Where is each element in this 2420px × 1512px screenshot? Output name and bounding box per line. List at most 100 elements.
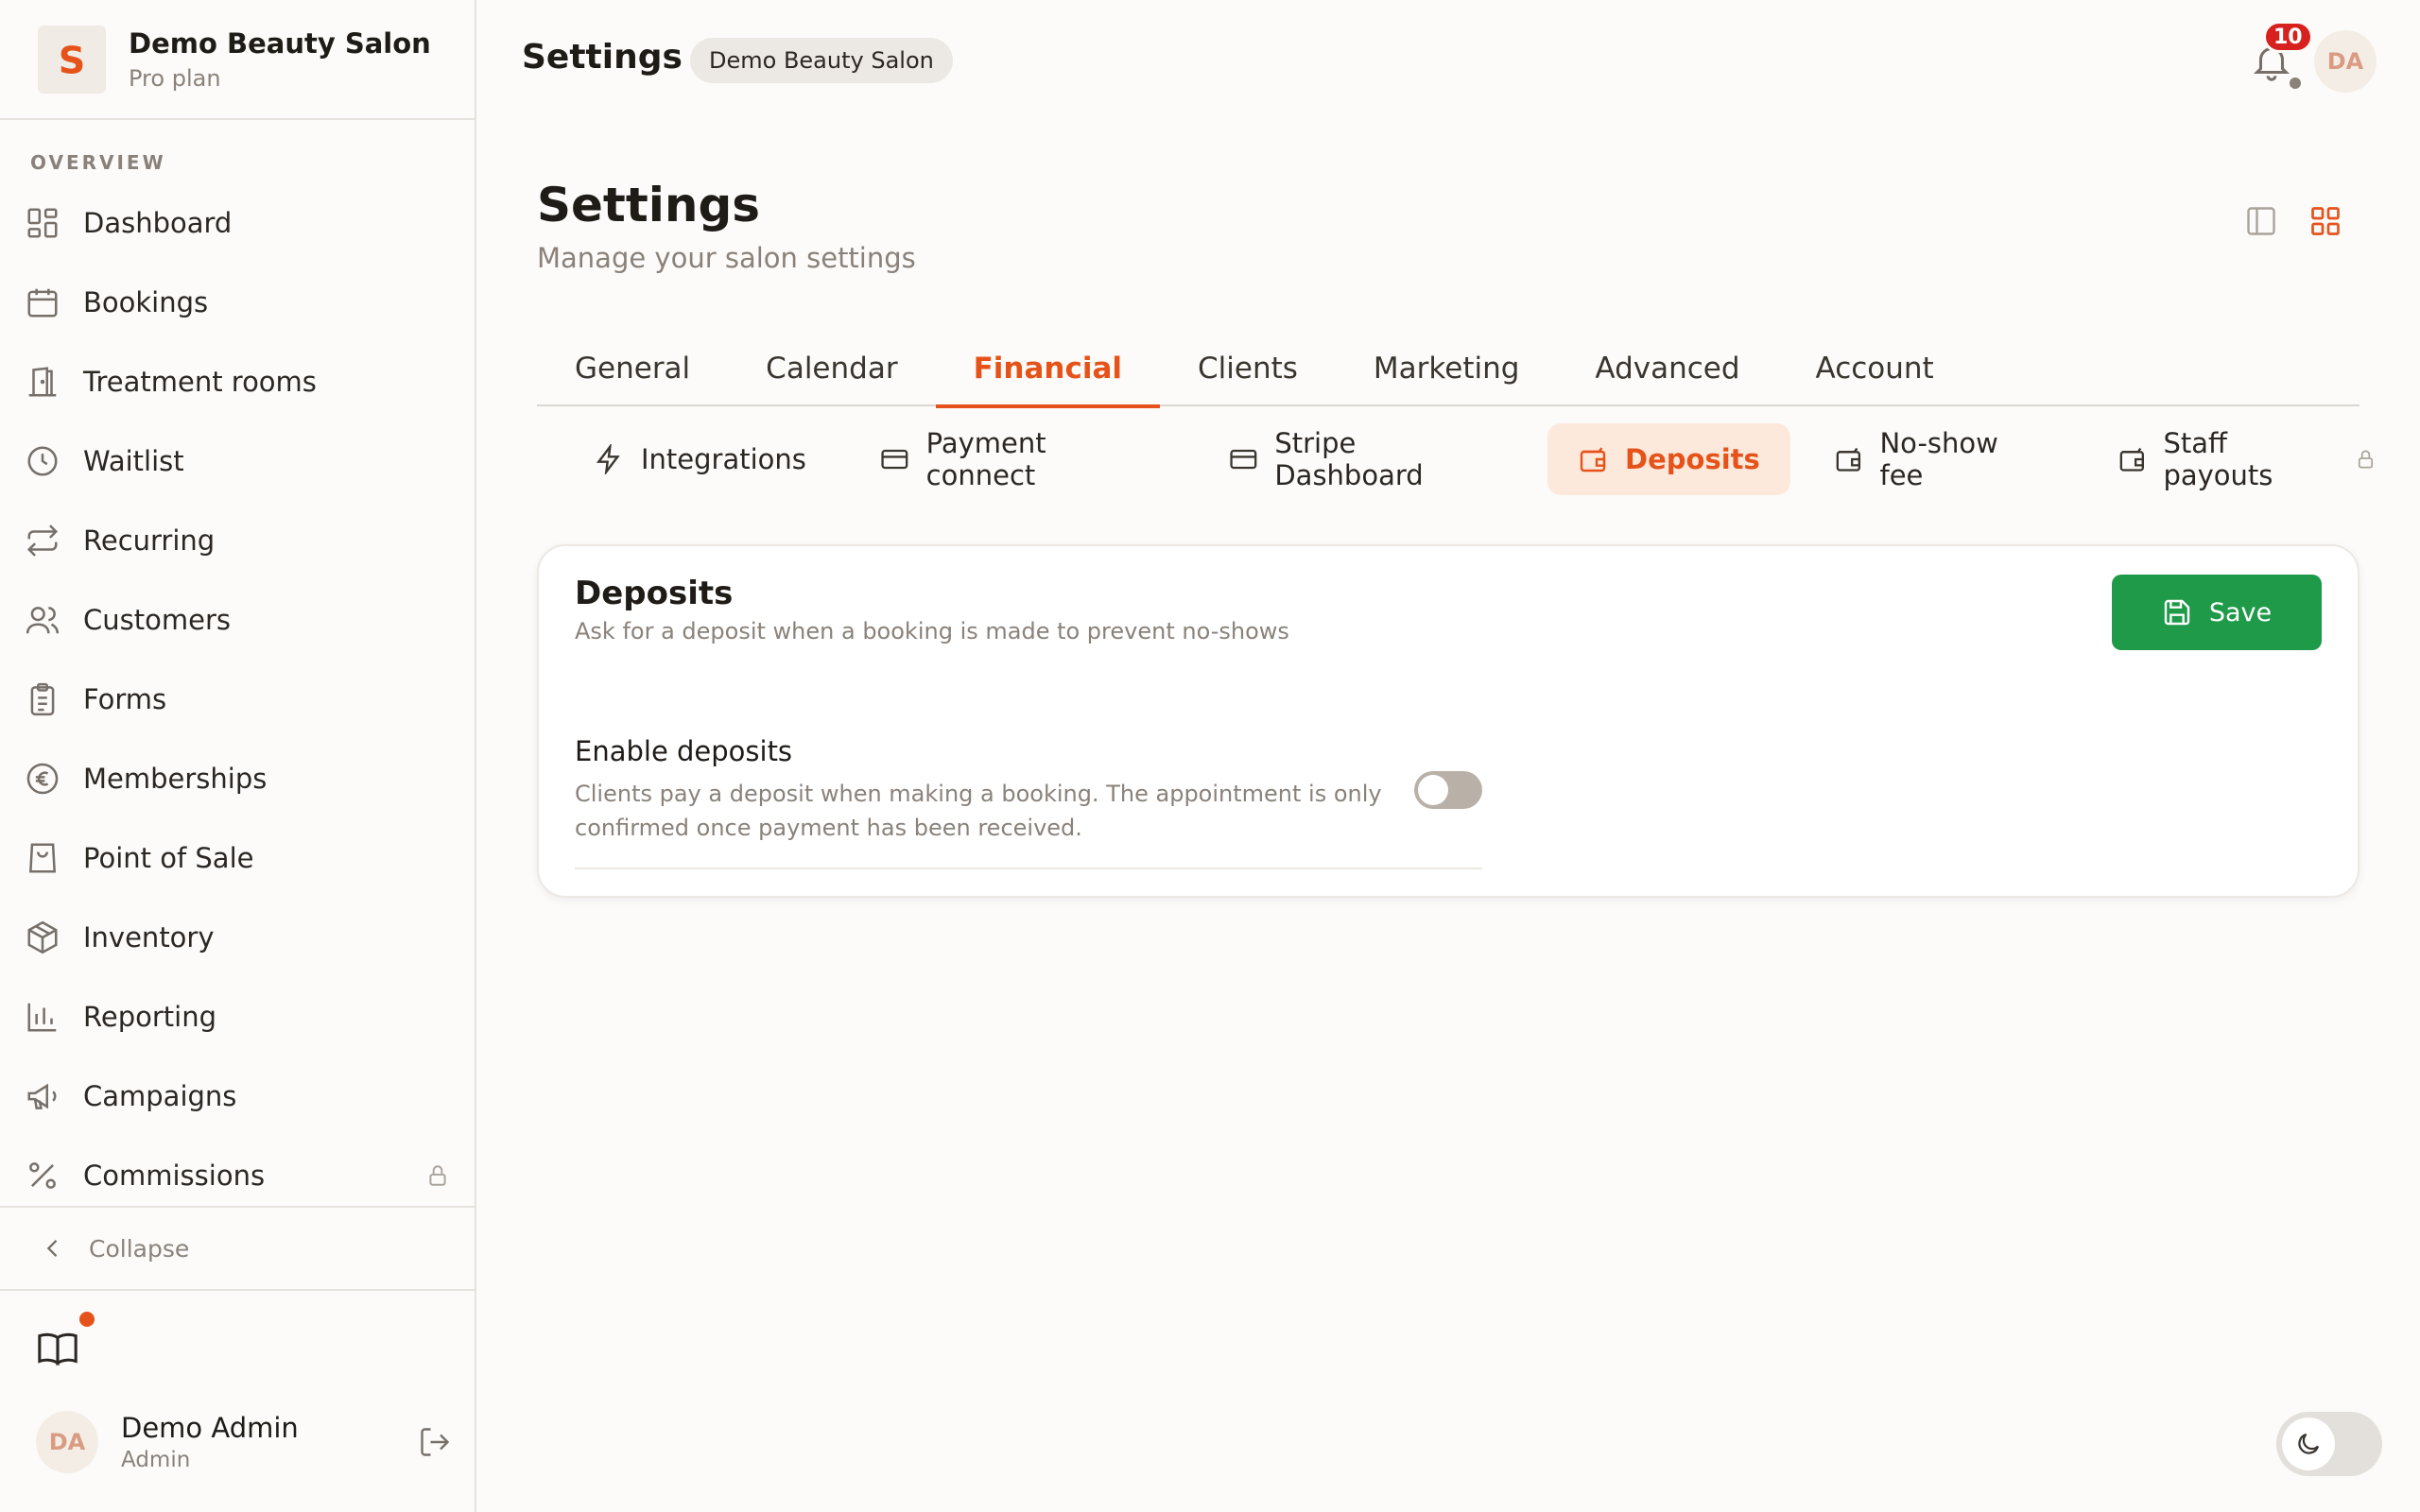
- user-role: Admin: [121, 1448, 191, 1472]
- sidebar-item-label: Forms: [83, 683, 167, 715]
- logout-icon[interactable]: [418, 1425, 452, 1459]
- grid-view-icon[interactable]: [2308, 204, 2342, 238]
- sidebar-nav: Dashboard Bookings Treatment rooms Waitl…: [0, 183, 475, 1215]
- avatar[interactable]: DA: [2314, 30, 2377, 93]
- topbar: Settings Demo Beauty Salon 10 DA: [476, 0, 2420, 120]
- brand-header[interactable]: S Demo Beauty Salon Pro plan: [0, 0, 475, 120]
- sidebar-item-label: Customers: [83, 604, 231, 636]
- svg-text:S: S: [59, 39, 86, 80]
- euro-icon: [26, 763, 59, 795]
- card-description: Ask for a deposit when a booking is made…: [575, 618, 1289, 644]
- subtab-label: Payment connect: [925, 427, 1046, 491]
- sidebar-item-memberships[interactable]: Memberships: [0, 739, 475, 818]
- brand-name: Demo Beauty Salon: [129, 26, 431, 60]
- sidebar-item-inventory[interactable]: Inventory: [0, 898, 475, 977]
- megaphone-icon: [27, 1083, 57, 1109]
- zap-icon: [596, 444, 620, 474]
- moon-icon: [2298, 1433, 2320, 1454]
- sidebar-item-waitlist[interactable]: Waitlist: [0, 421, 475, 501]
- save-icon: [2164, 599, 2190, 626]
- percent-icon: [29, 1162, 56, 1189]
- sidebar-item-label: Reporting: [83, 1001, 216, 1033]
- card-title: Deposits: [575, 575, 734, 612]
- book-icon[interactable]: [36, 1327, 79, 1370]
- sidebar-item-label: Bookings: [83, 286, 209, 318]
- sidebar-item-label: Waitlist: [83, 445, 184, 477]
- subtab-label: Stripe Dashboard: [1274, 427, 1424, 491]
- save-button[interactable]: Save: [2112, 575, 2322, 650]
- calendar-icon: [27, 288, 58, 318]
- sidebar-item-label: Commissions: [83, 1160, 266, 1192]
- sidebar-item-bookings[interactable]: Bookings: [0, 263, 475, 342]
- status-dot: [2290, 77, 2301, 89]
- sidebar-item-commissions[interactable]: Commissions: [0, 1136, 475, 1215]
- subtab-staff-payouts[interactable]: Staff payouts: [2087, 423, 2407, 495]
- enable-deposits-label: Enable deposits: [575, 735, 793, 767]
- bar-chart-icon: [27, 1003, 57, 1032]
- sidebar-item-label: Point of Sale: [83, 842, 254, 874]
- subtab-label: Integrations: [641, 443, 806, 475]
- package-icon: [27, 920, 58, 954]
- enable-deposits-toggle[interactable]: [1414, 771, 1482, 809]
- credit-card-icon: [1230, 449, 1256, 470]
- repeat-icon: [26, 524, 59, 557]
- clipboard-icon: [30, 682, 55, 716]
- subtab-stripe-dashboard[interactable]: Stripe Dashboard: [1199, 423, 1534, 495]
- lock-icon: [429, 1165, 446, 1186]
- credit-card-icon: [881, 449, 908, 470]
- tab-calendar[interactable]: Calendar: [728, 331, 935, 406]
- door-icon: [28, 367, 57, 397]
- sidebar-item-treatment-rooms[interactable]: Treatment rooms: [0, 342, 475, 421]
- collapse-button[interactable]: Collapse: [0, 1206, 475, 1291]
- tab-marketing[interactable]: Marketing: [1336, 331, 1558, 406]
- lock-icon: [2358, 450, 2374, 469]
- tab-clients[interactable]: Clients: [1160, 331, 1336, 406]
- tab-general[interactable]: General: [537, 331, 728, 406]
- subtab-no-show-fee[interactable]: No-show fee: [1804, 423, 2074, 495]
- sidebar-item-label: Recurring: [83, 524, 216, 557]
- subtab-label: Deposits: [1625, 443, 1760, 475]
- sidebar-item-reporting[interactable]: Reporting: [0, 977, 475, 1057]
- enable-deposits-help: Clients pay a deposit when making a book…: [575, 781, 1382, 841]
- financial-subtabs: Integrations Payment connect Stripe Dash…: [563, 423, 2420, 495]
- tab-account[interactable]: Account: [1778, 331, 1972, 406]
- user-name: Demo Admin: [121, 1412, 299, 1444]
- shopping-bag-icon: [28, 843, 57, 873]
- sidebar-item-campaigns[interactable]: Campaigns: [0, 1057, 475, 1136]
- clock-icon: [27, 446, 58, 476]
- subtab-label: Staff payouts: [2163, 427, 2273, 491]
- panel-view-icon[interactable]: [2244, 204, 2278, 238]
- sidebar-item-label: Campaigns: [83, 1080, 237, 1112]
- sidebar-item-forms[interactable]: Forms: [0, 660, 475, 739]
- sidebar-item-label: Treatment rooms: [83, 366, 317, 398]
- subtab-payment-connect[interactable]: Payment connect: [850, 423, 1185, 495]
- collapse-label: Collapse: [89, 1234, 190, 1263]
- tab-advanced[interactable]: Advanced: [1557, 331, 1777, 406]
- sidebar-item-dashboard[interactable]: Dashboard: [0, 183, 475, 263]
- sidebar-item-label: Memberships: [83, 763, 268, 795]
- dashboard-icon: [27, 208, 58, 238]
- avatar[interactable]: DA: [36, 1411, 98, 1473]
- wallet-icon: [2119, 447, 2144, 472]
- brand-logo: S: [38, 25, 106, 94]
- save-label: Save: [2208, 597, 2273, 627]
- page-subtitle: Manage your salon settings: [537, 242, 916, 274]
- sidebar-item-label: Dashboard: [83, 207, 233, 239]
- theme-toggle[interactable]: [2276, 1412, 2382, 1476]
- divider: [575, 868, 1482, 869]
- chevron-left-icon: [46, 1240, 58, 1257]
- header-title: Settings: [522, 38, 683, 77]
- notification-count-badge: 10: [2263, 21, 2313, 53]
- sidebar-item-point-of-sale[interactable]: Point of Sale: [0, 818, 475, 898]
- user-profile: DA Demo Admin Admin: [36, 1408, 452, 1476]
- sidebar-item-recurring[interactable]: Recurring: [0, 501, 475, 580]
- sidebar-item-customers[interactable]: Customers: [0, 580, 475, 660]
- users-icon: [26, 607, 60, 634]
- tab-financial[interactable]: Financial: [935, 331, 1161, 408]
- toggle-knob: [1418, 775, 1448, 805]
- subtab-deposits[interactable]: Deposits: [1547, 423, 1790, 495]
- wallet-icon: [1580, 447, 1606, 472]
- wallet-icon: [1836, 447, 1860, 472]
- subtab-integrations[interactable]: Integrations: [563, 423, 837, 495]
- sidebar-item-label: Inventory: [83, 921, 215, 954]
